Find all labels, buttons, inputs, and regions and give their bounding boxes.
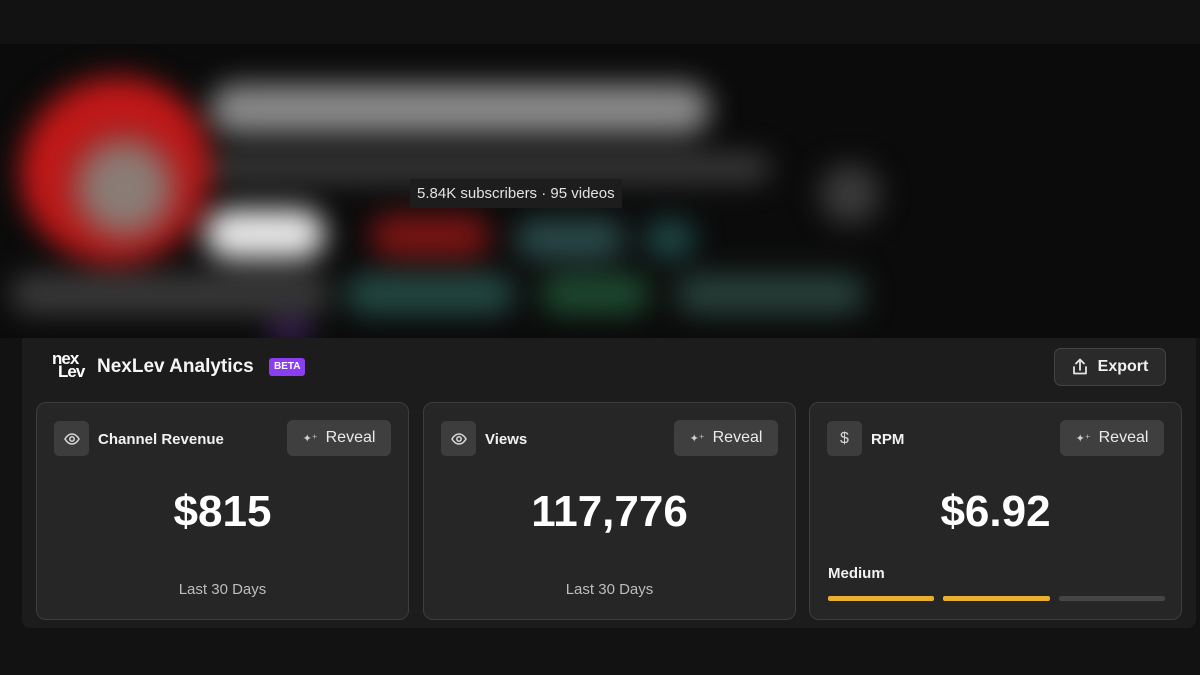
- rpm-level-meter: [828, 596, 1165, 601]
- page: 5.84K subscribers · 95 videos nex Lev Nex…: [0, 0, 1200, 675]
- action-button-blurred: [645, 219, 695, 259]
- reveal-button[interactable]: ✦⁺ Reveal: [1060, 420, 1164, 456]
- reveal-button[interactable]: ✦⁺ Reveal: [674, 420, 778, 456]
- share-icon: [1072, 358, 1087, 375]
- reveal-label: Reveal: [712, 429, 763, 446]
- rpm-level-label: Medium: [828, 565, 885, 582]
- channel-revenue-card: Channel Revenue ✦⁺ Reveal $815 Last 30 D…: [36, 402, 409, 620]
- nexlev-analytics-panel: nex Lev NexLev Analytics BETA Export Chan…: [22, 338, 1196, 628]
- channel-subline-blurred: [210, 154, 770, 182]
- card-title: Channel Revenue: [98, 431, 224, 448]
- brand-name: NexLev Analytics: [97, 356, 254, 377]
- reveal-label: Reveal: [1098, 429, 1149, 446]
- nexlev-logo: nex Lev: [52, 349, 85, 381]
- revenue-value: $815: [173, 487, 272, 536]
- tag-blurred: [675, 274, 865, 314]
- subscriber-count: 5.84K subscribers · 95 videos: [410, 179, 622, 208]
- action-button-blurred: [515, 219, 625, 259]
- tag-blurred: [540, 274, 650, 314]
- channel-avatar: [20, 74, 210, 264]
- period-label: Last 30 Days: [565, 581, 654, 598]
- join-button-blurred: [370, 214, 490, 258]
- period-label: Last 30 Days: [178, 581, 267, 598]
- rpm-value: $6.92: [940, 487, 1051, 536]
- level-segment: [1058, 596, 1165, 601]
- reveal-button[interactable]: ✦⁺ Reveal: [287, 420, 391, 456]
- beta-badge: BETA: [269, 358, 306, 376]
- views-card: Views ✦⁺ Reveal 117,776 Last 30 Days: [423, 402, 796, 620]
- views-value: 117,776: [531, 487, 688, 536]
- panel-header: nex Lev NexLev Analytics BETA Export: [22, 338, 1196, 398]
- channel-title-blurred: [210, 84, 710, 134]
- rpm-card: $ RPM ✦⁺ Reveal $6.92 Medium: [809, 402, 1182, 620]
- accent-blurred: [270, 324, 310, 338]
- tabs-blurred: [10, 274, 330, 314]
- channel-header-blurred: 5.84K subscribers · 95 videos: [0, 44, 1200, 338]
- card-title: Views: [485, 431, 528, 448]
- tag-blurred: [345, 274, 515, 314]
- page-footer-strip: [0, 628, 1200, 675]
- reveal-label: Reveal: [325, 429, 376, 446]
- level-segment: [828, 596, 935, 601]
- channel-round-button-blurred: [820, 164, 880, 224]
- eye-icon: [54, 421, 89, 456]
- subscribe-button-blurred: [205, 209, 325, 259]
- sparkles-icon: ✦⁺: [302, 432, 318, 445]
- card-title: RPM: [871, 431, 905, 448]
- export-label: Export: [1097, 358, 1149, 375]
- dollar-icon: $: [827, 421, 862, 456]
- level-segment: [943, 596, 1050, 601]
- export-button[interactable]: Export: [1054, 348, 1166, 386]
- sparkles-icon: ✦⁺: [1075, 432, 1091, 445]
- eye-icon: [441, 421, 476, 456]
- sparkles-icon: ✦⁺: [689, 432, 705, 445]
